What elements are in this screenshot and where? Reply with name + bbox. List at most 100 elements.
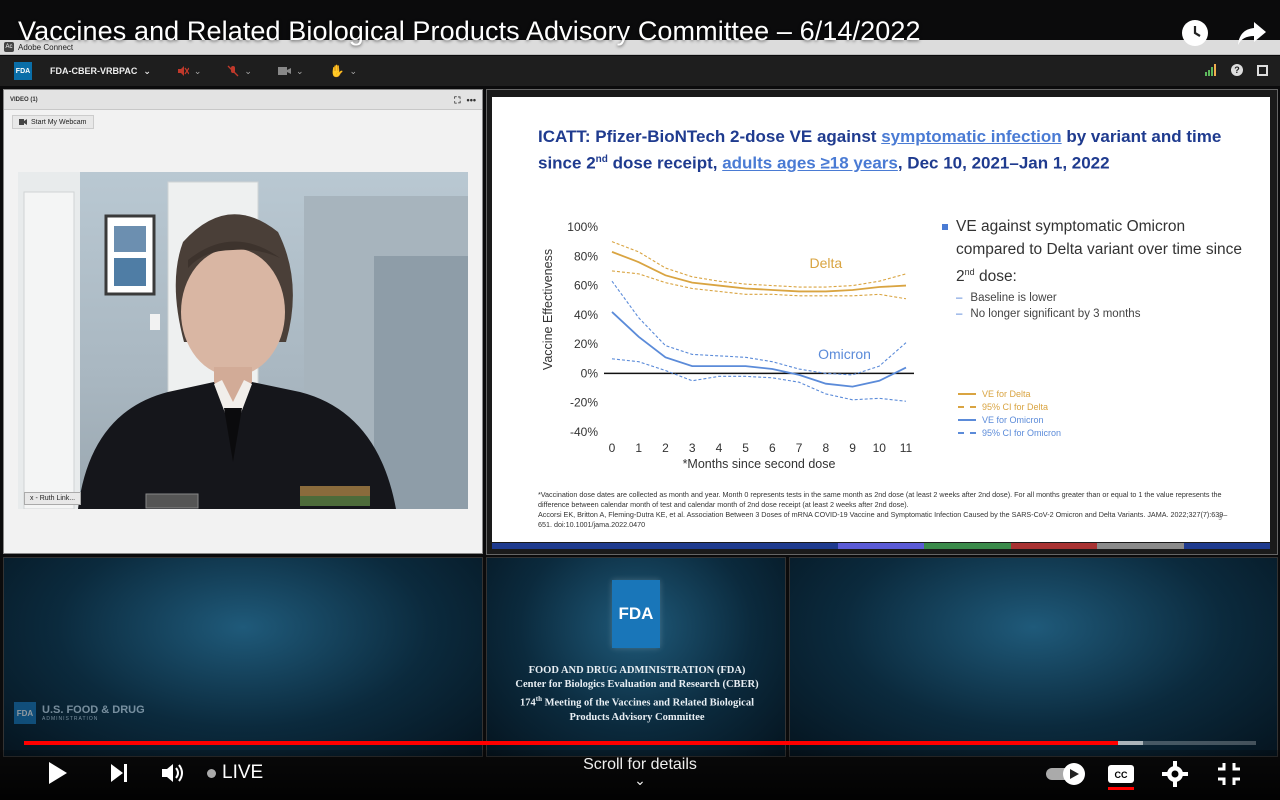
participant-name-tag: x - Ruth Link... [24,492,82,505]
fullscreen-exit-icon [1218,763,1240,785]
chevron-down-icon: ⌄ [143,65,151,76]
live-indicator[interactable]: LIVE [207,762,263,784]
pod-fullscreen-icon[interactable]: ⛶ [454,95,460,106]
next-button[interactable] [108,762,130,784]
start-webcam-label: Start My Webcam [31,118,87,126]
x-tick-label: 4 [716,441,723,455]
slide-color-bar-segment [924,543,1011,549]
chevron-down-icon: ⌄ [349,65,358,76]
captions-icon: CC [1108,765,1134,790]
room-menu[interactable]: FDA-CBER-VRBPAC ⌄ [50,66,151,77]
adobe-connect-icon: Ac [4,42,14,52]
camera-icon [277,67,291,75]
bullet-main: VE against symptomatic Omicron compared … [942,215,1252,288]
legend-item: VE for Delta [958,387,1061,400]
slide-title-text: dose receipt, [607,153,723,173]
footnote-text: *Vaccination dose dates are collected as… [538,490,1222,509]
video-pod: VIDEO (1) ⛶ ••• Start My Webcam x - Ruth… [3,89,483,554]
volume-button[interactable] [160,761,186,785]
x-tick-label: 2 [662,441,669,455]
hand-icon: ✋ [329,64,345,78]
ci-line [611,241,907,288]
x-tick-label: 5 [742,441,749,455]
fda-title-pod: FDA FOOD AND DRUG ADMINISTRATION (FDA) C… [486,557,786,757]
presentation-pod: ICATT: Pfizer-BioNTech 2-dose VE against… [486,89,1278,555]
fda-logo: FDA [612,580,660,648]
participant-video-image [18,172,468,509]
progress-buffered [1118,741,1143,745]
chevron-down-icon: ⌄ [244,65,252,76]
speaker-menu-button[interactable]: ⌄ [177,65,202,77]
x-tick-label: 8 [822,441,829,455]
video-pod-header: VIDEO (1) ⛶ ••• [4,90,482,110]
fullscreen-icon[interactable] [1257,64,1268,76]
chevron-down-icon: ⌄ [295,65,304,76]
live-dot-icon [207,768,216,778]
bullet-sub: – Baseline is lower [956,292,1057,305]
meeting-number: 174 [519,697,536,709]
raise-hand-menu-button[interactable]: ✋ ⌄ [330,64,358,78]
slide-color-bar-segment [492,543,579,549]
meeting-title-line: Products Advisory Committee [569,711,705,723]
video-top-actions [1180,18,1268,48]
autoplay-toggle-icon [1046,763,1085,785]
help-icon[interactable]: ? [1231,64,1243,76]
ci-line [611,358,907,402]
x-tick-label: 0 [609,441,616,455]
slide-footnote: *Vaccination dose dates are collected as… [538,490,1238,530]
screen: Vaccines and Related Biological Products… [0,0,1280,800]
watch-later-icon[interactable] [1180,18,1210,48]
citation-text: Accorsi EK, Britton A, Fleming-Dutra KE,… [538,510,1228,529]
start-webcam-button[interactable]: Start My Webcam [12,115,94,129]
meeting-title-line: FOOD AND DRUG ADMINISTRATION (FDA) [528,665,746,676]
autoplay-toggle[interactable] [1044,762,1090,786]
pod-options-icon[interactable]: ••• [467,95,476,106]
fullscreen-button[interactable] [1216,761,1242,787]
y-tick-label: -40% [570,425,598,439]
slide-color-bar-segment [578,543,665,549]
slide-color-bar-segment [1010,543,1098,549]
meeting-title-line: Center for Biologics Evaluation and Rese… [515,679,759,690]
slide-color-bar-segment [1183,543,1270,549]
x-tick-label: 6 [769,441,776,455]
slide-title-link: adults ages ≥18 years [722,153,898,173]
scroll-for-details[interactable]: Scroll for details ⌄ [540,756,740,787]
bullet-main-text: dose: [974,268,1017,286]
y-axis-label: Vaccine Effectiveness [541,249,555,370]
play-button[interactable] [44,760,70,786]
microphone-menu-button[interactable]: ⌄ [227,65,252,77]
chart-legend: VE for Delta 95% CI for Delta VE for Omi… [958,387,1061,439]
bullet-sub-text: Baseline is lower [970,292,1057,305]
presentation-slide: ICATT: Pfizer-BioNTech 2-dose VE against… [492,97,1270,549]
settings-button[interactable] [1162,761,1188,787]
slide-title-sup: nd [595,154,608,165]
x-tick-label: 11 [900,441,913,455]
camera-menu-button[interactable]: ⌄ [277,65,304,77]
chevron-down-icon: ⌄ [193,65,202,76]
bullet-main-sup: nd [964,267,975,277]
ve-line [611,251,907,293]
legend-label: 95% CI for Omicron [982,427,1062,438]
x-tick-label: 9 [849,441,856,455]
y-tick-label: 100% [567,220,598,234]
share-icon[interactable] [1236,18,1268,48]
fda-logo-icon: FDA [14,702,36,724]
y-tick-label: 0% [581,366,599,380]
slide-color-bar-segment [664,543,752,549]
svg-text:CC: CC [1115,770,1128,780]
participant-video-feed: x - Ruth Link... [18,172,468,509]
fda-logo-icon: FDA [14,62,32,80]
slide-title: ICATT: Pfizer-BioNTech 2-dose VE against… [538,125,1238,175]
slide-title-text: , Dec 10, 2021–Jan 1, 2022 [897,153,1110,173]
slide-color-bar [492,543,1270,549]
progress-bar[interactable] [24,741,1256,745]
progress-played [24,741,1119,745]
legend-item: 95% CI for Omicron [958,426,1061,439]
background-pod-left: FDA U.S. FOOD & DRUG ADMINISTRATION [3,557,483,757]
series-annotation: Omicron [818,346,871,362]
volume-icon [162,764,183,782]
room-name-label: FDA-CBER-VRBPAC [50,66,138,76]
captions-button[interactable]: CC [1106,762,1136,790]
slide-color-bar-segment [837,543,925,549]
y-tick-label: 80% [574,249,598,263]
